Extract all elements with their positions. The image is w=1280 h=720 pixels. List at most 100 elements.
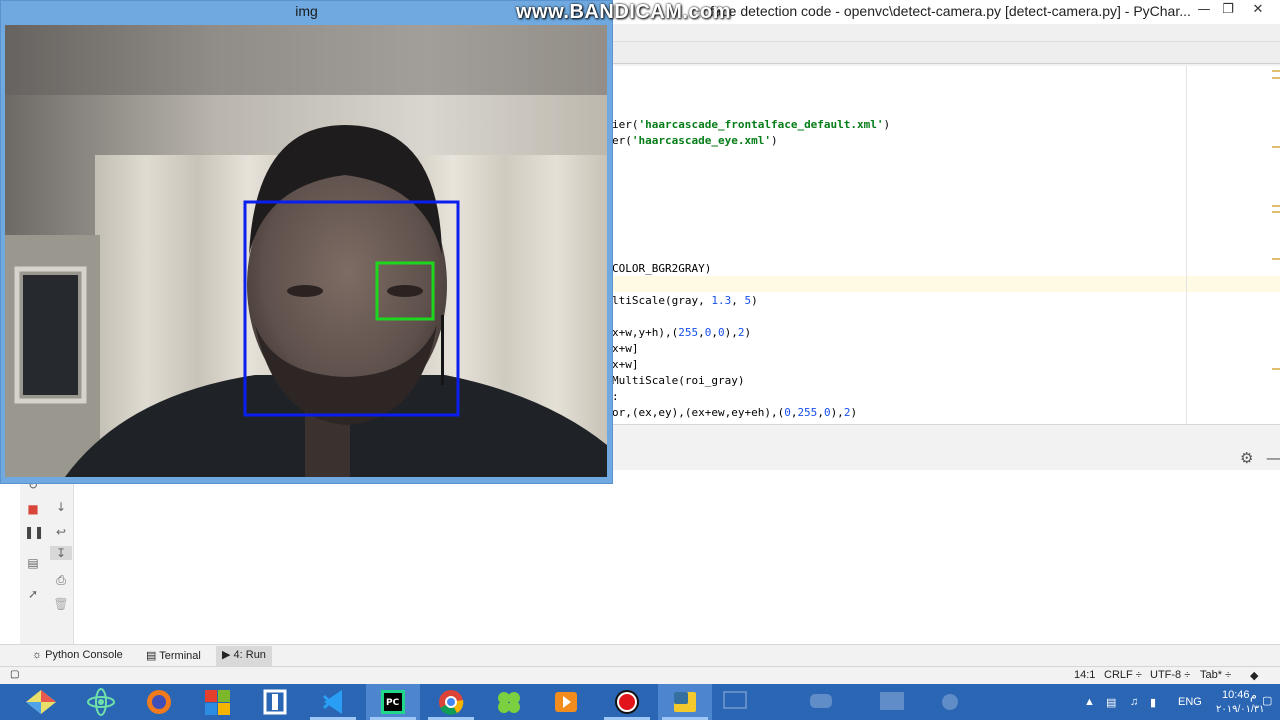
stop-icon[interactable]: ■: [24, 502, 42, 516]
code-token: 255: [678, 326, 699, 339]
code-token: ,: [711, 326, 718, 339]
pycharm-taskbar-icon[interactable]: PC: [366, 684, 420, 720]
close-button[interactable]: ✕: [1244, 0, 1272, 24]
atom-icon[interactable]: [74, 684, 128, 720]
code-line: MultiScale(roi_gray): [612, 374, 744, 387]
clock-period: م: [1250, 690, 1257, 702]
code-line: x+w]: [612, 358, 639, 371]
battery-icon[interactable]: ▮: [1150, 696, 1156, 709]
code-token: ): [751, 294, 758, 307]
code-token: MultiScale(roi_gray): [612, 374, 745, 387]
tool-window-tabs: ☼ Python Console ▤ Terminal ▶ 4: Run: [0, 644, 1280, 666]
clock-time[interactable]: 10:46: [1222, 689, 1250, 701]
code-token: x+w]: [612, 342, 639, 355]
code-token: 0: [717, 326, 725, 339]
indent-setting[interactable]: Tab* ÷: [1200, 669, 1231, 681]
faded-desktop-icons: [710, 684, 958, 720]
code-token: ),: [724, 326, 738, 339]
editor-tab-strip: [612, 42, 1280, 64]
office-icon[interactable]: [190, 684, 244, 720]
python-icon[interactable]: [658, 684, 712, 720]
bandicam-watermark: www.BANDICAM.com: [516, 1, 732, 23]
code-token: x+w,y+h),(: [612, 326, 679, 339]
scroll-marker: [1272, 211, 1280, 213]
scroll-marker: [1272, 368, 1280, 370]
code-token: 255: [797, 406, 818, 419]
network-icon[interactable]: ▤: [1106, 696, 1116, 709]
pin-icon[interactable]: ➚: [24, 587, 42, 601]
firefox-icon[interactable]: [132, 684, 186, 720]
run-output-panel[interactable]: [0, 470, 1280, 644]
tab-run-label: 4: Run: [233, 649, 266, 661]
code-token: ),: [830, 406, 844, 419]
code-token: ): [850, 406, 858, 419]
chevron-up-icon[interactable]: ▲: [1084, 696, 1095, 708]
scroll-marker: [1272, 70, 1280, 72]
code-line: ltiScale(gray, 1.3, 5): [612, 294, 758, 307]
code-token: COLOR_BGR2GRAY): [612, 262, 712, 275]
code-token: ): [883, 118, 891, 131]
media-player-icon[interactable]: [540, 684, 594, 720]
code-token: er(: [612, 134, 632, 147]
restore-layout-icon[interactable]: ▤: [24, 556, 42, 570]
pause-icon[interactable]: ❚❚: [24, 525, 44, 539]
bandicam-record-icon[interactable]: [600, 684, 654, 720]
scroll-to-end-icon[interactable]: ↧: [50, 546, 72, 560]
status-toggle-icon[interactable]: ▢: [10, 669, 19, 680]
tab-python-console[interactable]: ☼ Python Console: [32, 649, 123, 661]
line-separator[interactable]: CRLF ÷: [1104, 669, 1142, 681]
code-token: ,: [731, 294, 745, 307]
code-token: ier(: [612, 118, 639, 131]
code-token: ,: [817, 406, 824, 419]
camera-frame: [5, 25, 607, 477]
minimize-panel-icon[interactable]: —: [1266, 449, 1280, 467]
notification-icon[interactable]: ▢: [1262, 694, 1272, 707]
restore-button[interactable]: ❐: [1214, 0, 1242, 24]
code-token: 'haarcascade_eye.xml': [631, 134, 771, 147]
clover-icon[interactable]: [482, 684, 536, 720]
clock-date[interactable]: ٢٠١٩/٠١/٣١: [1216, 704, 1265, 715]
file-encoding[interactable]: UTF-8 ÷: [1150, 669, 1190, 681]
scroll-marker: [1272, 205, 1280, 207]
vscode-icon[interactable]: [306, 684, 360, 720]
code-token: 'haarcascade_frontalface_default.xml': [638, 118, 884, 131]
run-toolbar: ↻ ↓ ■ ❚❚ ↩ ↧ ▤ ⎙ ➚ 🗑: [20, 470, 74, 644]
run-panel-header: [612, 424, 1280, 448]
code-line: or,(ex,ey),(ex+ew,ey+eh),(0,255,0),2): [612, 406, 857, 419]
desktop-screen: face detection code - openvc\detect-came…: [0, 0, 1280, 720]
pycharm-window-title: face detection code - openvc\detect-came…: [710, 3, 1191, 19]
chrome-icon[interactable]: [424, 684, 478, 720]
tab-terminal-label: Terminal: [159, 650, 201, 662]
pycharm-navbar: [612, 24, 1280, 42]
tab-run[interactable]: ▶ 4: Run: [216, 646, 272, 666]
code-line: x+w]: [612, 342, 639, 355]
code-token: x+w]: [612, 358, 639, 371]
lock-icon[interactable]: ◆: [1250, 669, 1258, 682]
language-indicator[interactable]: ENG: [1178, 696, 1202, 708]
tab-terminal[interactable]: ▤ Terminal: [146, 649, 201, 662]
code-line: COLOR_BGR2GRAY): [612, 262, 711, 275]
code-token: 1.3: [711, 294, 732, 307]
status-bar: ▢ 14:1 CRLF ÷ UTF-8 ÷ Tab* ÷ ◆: [0, 666, 1280, 684]
code-line: ier('haarcascade_frontalface_default.xml…: [612, 118, 890, 131]
camera-image: [5, 25, 607, 477]
windows-store-icon[interactable]: [14, 684, 68, 720]
scroll-down-icon[interactable]: ↓: [52, 500, 70, 514]
caret-position[interactable]: 14:1: [1074, 669, 1095, 681]
soft-wrap-icon[interactable]: ↩: [52, 525, 70, 539]
code-token: 0: [823, 406, 831, 419]
code-token: ): [770, 134, 778, 147]
sublime-icon[interactable]: [248, 684, 302, 720]
print-icon[interactable]: ⎙: [52, 573, 70, 588]
code-token: ): [744, 326, 752, 339]
opencv-img-window[interactable]: img: [0, 0, 613, 484]
speaker-icon[interactable]: ♫: [1130, 696, 1138, 708]
gear-icon[interactable]: ⚙: [1240, 449, 1253, 467]
scroll-marker: [1272, 146, 1280, 148]
trash-icon[interactable]: 🗑: [52, 597, 70, 611]
code-token: ltiScale(gray,: [612, 294, 712, 307]
scroll-marker: [1272, 258, 1280, 260]
right-margin-guide: [1186, 66, 1187, 424]
tab-python-console-label: Python Console: [45, 649, 123, 661]
current-line-highlight: [612, 276, 1280, 292]
